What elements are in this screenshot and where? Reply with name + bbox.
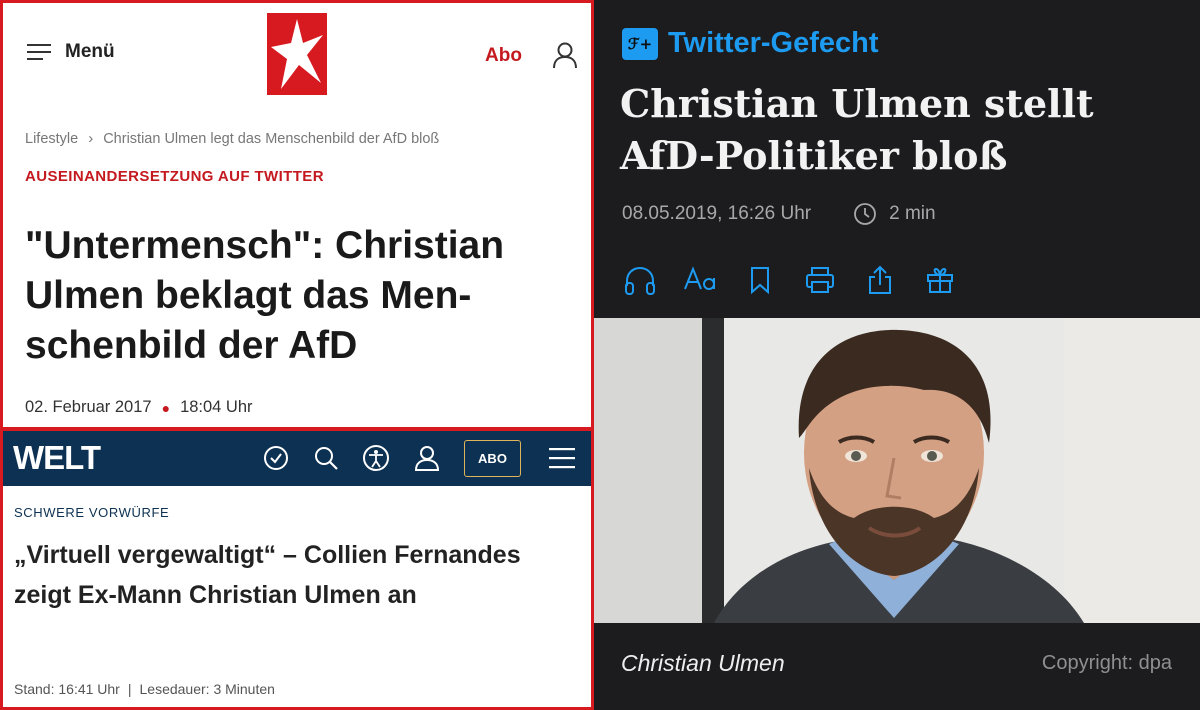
gift-button[interactable] [922,262,957,297]
article-kicker: Twitter-Gefecht [668,27,879,59]
print-button[interactable] [802,262,837,297]
reading-time: 2 min [853,202,936,226]
plus-badge: ℱ+ [622,27,658,60]
article-dateline: 02. Februar 2017 ● 18:04 Uhr [25,398,253,417]
clock-check-icon[interactable] [261,443,291,473]
abo-link[interactable]: Abo [485,45,522,67]
article-kicker: AUSEINANDERSETZUNG AUF TWITTER [25,168,324,185]
article-reading-time: Lesedauer: 3 Minuten [139,681,275,697]
share-button[interactable] [862,262,897,297]
breadcrumb-item-current[interactable]: Christian Ulmen legt das Menschenbild de… [103,131,439,147]
gift-icon [926,267,953,293]
article-headline: Christian Ulmen stellt AfD-Politiker blo… [620,81,1094,178]
stern-header: Menü Abo [3,3,591,103]
article-stand: Stand: 16:41 Uhr [14,681,120,697]
accessibility-icon[interactable] [361,443,391,473]
star-logo-icon [271,19,323,89]
photo-copyright: Copyright: dpa [1041,652,1172,674]
abo-button[interactable]: ABO [464,440,521,477]
welt-navbar: WELT ABO [3,431,591,486]
bullet-icon: ● [161,399,171,416]
dark-article-panel: ℱ+ Twitter-Gefecht Christian Ulmen stell… [594,0,1200,710]
headphones-icon [624,266,655,295]
font-size-button[interactable] [682,262,717,297]
search-icon[interactable] [311,443,341,473]
separator: | [127,681,132,697]
article-photo [594,318,1200,623]
user-icon[interactable] [412,443,442,473]
menu-label: Menü [65,41,115,62]
bookmark-button[interactable] [742,262,777,297]
breadcrumb: Lifestyle › Christian Ulmen legt das Men… [25,130,439,147]
photo-caption-bar: Christian Ulmen Copyright: dpa [594,623,1200,710]
stern-logo[interactable] [267,13,327,95]
stern-article-panel: Menü Abo Lifestyle › Christian Ulmen leg… [0,0,594,427]
welt-article-panel: WELT ABO SCHWERE VORWÜRFE „Virtuell verg… [0,427,594,710]
article-kicker: SCHWERE VORWÜRFE [14,505,170,520]
welt-logo[interactable]: WELT [13,439,101,477]
clock-icon [854,203,876,225]
user-icon[interactable] [551,41,579,69]
listen-button[interactable] [622,262,657,297]
article-headline: „Virtuell vergewaltigt“ – Collien Fernan… [14,541,521,609]
portrait-image [594,318,1200,623]
photo-caption: Christian Ulmen [621,650,785,676]
article-date: 08.05.2019, 16:26 Uhr [622,203,812,224]
article-headline: "Untermensch": Christian Ulmen beklagt d… [25,224,505,367]
font-size-icon [683,265,715,290]
chevron-right-icon: › [88,130,94,147]
article-toolbar [622,262,957,297]
read-time-value: 2 min [889,203,936,224]
article-time: 18:04 Uhr [180,398,253,416]
article-meta: Stand: 16:41 Uhr | Lesedauer: 3 Minuten [14,681,275,697]
share-icon [868,265,891,294]
bookmark-icon [750,266,769,294]
article-meta: 08.05.2019, 16:26 Uhr 2 min [622,202,936,226]
menu-button[interactable]: Menü [27,41,115,63]
article-date: 02. Februar 2017 [25,398,152,416]
print-icon [805,266,834,293]
hamburger-icon[interactable] [547,443,577,473]
hamburger-icon [27,44,51,60]
kicker-row: ℱ+ Twitter-Gefecht [622,27,879,60]
breadcrumb-item-lifestyle[interactable]: Lifestyle [25,131,78,147]
